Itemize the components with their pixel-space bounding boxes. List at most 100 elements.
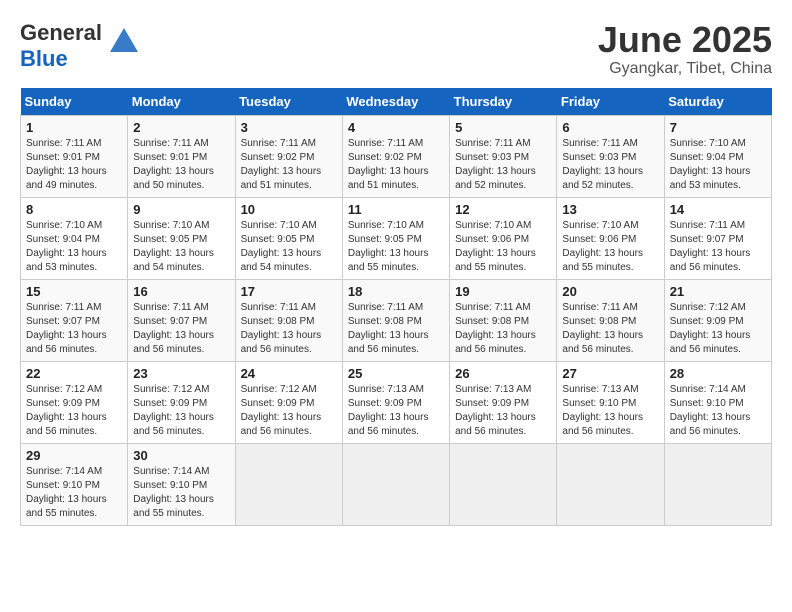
day-number: 2 <box>133 120 229 135</box>
calendar-cell: 12 Sunrise: 7:10 AMSunset: 9:06 PMDayligh… <box>450 197 557 279</box>
day-number: 6 <box>562 120 658 135</box>
calendar-body: 1 Sunrise: 7:11 AMSunset: 9:01 PMDaylight… <box>21 115 772 525</box>
day-info: Sunrise: 7:14 AMSunset: 9:10 PMDaylight:… <box>26 465 122 521</box>
calendar-cell: 23 Sunrise: 7:12 AMSunset: 9:09 PMDayligh… <box>128 361 235 443</box>
calendar-cell: 4 Sunrise: 7:11 AMSunset: 9:02 PMDaylight… <box>342 115 449 197</box>
calendar-cell: 1 Sunrise: 7:11 AMSunset: 9:01 PMDaylight… <box>21 115 128 197</box>
day-info: Sunrise: 7:11 AMSunset: 9:03 PMDaylight:… <box>562 137 658 193</box>
calendar-cell: 30Sunrise: 7:14 AMSunset: 9:10 PMDayligh… <box>128 443 235 525</box>
day-number: 20 <box>562 284 658 299</box>
day-number: 28 <box>670 366 766 381</box>
logo-blue: Blue <box>20 46 68 71</box>
day-number: 17 <box>241 284 337 299</box>
day-number: 13 <box>562 202 658 217</box>
calendar-cell <box>235 443 342 525</box>
day-info: Sunrise: 7:11 AMSunset: 9:07 PMDaylight:… <box>670 219 766 275</box>
day-number: 10 <box>241 202 337 217</box>
day-number: 21 <box>670 284 766 299</box>
day-number: 23 <box>133 366 229 381</box>
day-number: 25 <box>348 366 444 381</box>
day-header-sunday: Sunday <box>21 88 128 116</box>
calendar-cell <box>342 443 449 525</box>
calendar-cell <box>664 443 771 525</box>
day-info: Sunrise: 7:11 AMSunset: 9:07 PMDaylight:… <box>133 301 229 357</box>
day-info: Sunrise: 7:10 AMSunset: 9:05 PMDaylight:… <box>241 219 337 275</box>
day-number: 5 <box>455 120 551 135</box>
day-number: 1 <box>26 120 122 135</box>
day-info: Sunrise: 7:11 AMSunset: 9:02 PMDaylight:… <box>241 137 337 193</box>
day-info: Sunrise: 7:12 AMSunset: 9:09 PMDaylight:… <box>670 301 766 357</box>
day-info: Sunrise: 7:10 AMSunset: 9:05 PMDaylight:… <box>348 219 444 275</box>
calendar-cell: 22 Sunrise: 7:12 AMSunset: 9:09 PMDayligh… <box>21 361 128 443</box>
day-number: 12 <box>455 202 551 217</box>
day-header-friday: Friday <box>557 88 664 116</box>
day-header-wednesday: Wednesday <box>342 88 449 116</box>
day-number: 26 <box>455 366 551 381</box>
day-number: 3 <box>241 120 337 135</box>
month-title: June 2025 <box>598 20 772 60</box>
calendar-cell: 16 Sunrise: 7:11 AMSunset: 9:07 PMDayligh… <box>128 279 235 361</box>
calendar-week-row: 15 Sunrise: 7:11 AMSunset: 9:07 PMDayligh… <box>21 279 772 361</box>
calendar-cell <box>450 443 557 525</box>
day-info: Sunrise: 7:12 AMSunset: 9:09 PMDaylight:… <box>241 383 337 439</box>
calendar-cell: 7Sunrise: 7:10 AMSunset: 9:04 PMDaylight… <box>664 115 771 197</box>
day-number: 14 <box>670 202 766 217</box>
day-info: Sunrise: 7:11 AMSunset: 9:08 PMDaylight:… <box>241 301 337 357</box>
calendar-cell <box>557 443 664 525</box>
day-header-saturday: Saturday <box>664 88 771 116</box>
day-number: 29 <box>26 448 122 463</box>
day-number: 8 <box>26 202 122 217</box>
day-info: Sunrise: 7:10 AMSunset: 9:06 PMDaylight:… <box>455 219 551 275</box>
calendar-cell: 19 Sunrise: 7:11 AMSunset: 9:08 PMDayligh… <box>450 279 557 361</box>
calendar-table: SundayMondayTuesdayWednesdayThursdayFrid… <box>20 88 772 526</box>
calendar-cell: 11 Sunrise: 7:10 AMSunset: 9:05 PMDayligh… <box>342 197 449 279</box>
day-info: Sunrise: 7:14 AMSunset: 9:10 PMDaylight:… <box>670 383 766 439</box>
day-info: Sunrise: 7:10 AMSunset: 9:06 PMDaylight:… <box>562 219 658 275</box>
day-info: Sunrise: 7:11 AMSunset: 9:08 PMDaylight:… <box>562 301 658 357</box>
day-number: 27 <box>562 366 658 381</box>
day-info: Sunrise: 7:11 AMSunset: 9:07 PMDaylight:… <box>26 301 122 357</box>
calendar-cell: 29 Sunrise: 7:14 AMSunset: 9:10 PMDayligh… <box>21 443 128 525</box>
calendar-header-row: SundayMondayTuesdayWednesdayThursdayFrid… <box>21 88 772 116</box>
logo-icon <box>106 24 142 60</box>
day-info: Sunrise: 7:12 AMSunset: 9:09 PMDaylight:… <box>26 383 122 439</box>
logo-general: General <box>20 20 102 45</box>
calendar-cell: 27 Sunrise: 7:13 AMSunset: 9:10 PMDayligh… <box>557 361 664 443</box>
day-header-thursday: Thursday <box>450 88 557 116</box>
calendar-cell: 10 Sunrise: 7:10 AMSunset: 9:05 PMDayligh… <box>235 197 342 279</box>
day-number: 7 <box>670 120 766 135</box>
day-number: 4 <box>348 120 444 135</box>
page-header: General Blue June 2025 Gyangkar, Tibet, … <box>20 20 772 78</box>
calendar-cell: 15 Sunrise: 7:11 AMSunset: 9:07 PMDayligh… <box>21 279 128 361</box>
calendar-cell: 14 Sunrise: 7:11 AMSunset: 9:07 PMDayligh… <box>664 197 771 279</box>
day-info: Sunrise: 7:11 AMSunset: 9:08 PMDaylight:… <box>455 301 551 357</box>
calendar-cell: 18Sunrise: 7:11 AMSunset: 9:08 PMDayligh… <box>342 279 449 361</box>
day-number: 16 <box>133 284 229 299</box>
day-info: Sunrise: 7:12 AMSunset: 9:09 PMDaylight:… <box>133 383 229 439</box>
calendar-cell: 6 Sunrise: 7:11 AMSunset: 9:03 PMDaylight… <box>557 115 664 197</box>
day-number: 19 <box>455 284 551 299</box>
day-header-tuesday: Tuesday <box>235 88 342 116</box>
day-info: Sunrise: 7:10 AMSunset: 9:04 PMDaylight:… <box>26 219 122 275</box>
day-number: 11 <box>348 202 444 217</box>
day-info: Sunrise: 7:11 AMSunset: 9:01 PMDaylight:… <box>26 137 122 193</box>
day-number: 30 <box>133 448 229 463</box>
day-info: Sunrise: 7:11 AMSunset: 9:02 PMDaylight:… <box>348 137 444 193</box>
day-number: 9 <box>133 202 229 217</box>
calendar-cell: 9 Sunrise: 7:10 AMSunset: 9:05 PMDaylight… <box>128 197 235 279</box>
day-info: Sunrise: 7:11 AMSunset: 9:03 PMDaylight:… <box>455 137 551 193</box>
day-number: 15 <box>26 284 122 299</box>
calendar-cell: 8 Sunrise: 7:10 AMSunset: 9:04 PMDaylight… <box>21 197 128 279</box>
calendar-cell: 26Sunrise: 7:13 AMSunset: 9:09 PMDayligh… <box>450 361 557 443</box>
day-info: Sunrise: 7:11 AMSunset: 9:08 PMDaylight:… <box>348 301 444 357</box>
day-header-monday: Monday <box>128 88 235 116</box>
day-info: Sunrise: 7:10 AMSunset: 9:05 PMDaylight:… <box>133 219 229 275</box>
calendar-week-row: 22 Sunrise: 7:12 AMSunset: 9:09 PMDayligh… <box>21 361 772 443</box>
day-info: Sunrise: 7:13 AMSunset: 9:10 PMDaylight:… <box>562 383 658 439</box>
calendar-cell: 17 Sunrise: 7:11 AMSunset: 9:08 PMDayligh… <box>235 279 342 361</box>
logo: General Blue <box>20 20 142 72</box>
calendar-week-row: 29 Sunrise: 7:14 AMSunset: 9:10 PMDayligh… <box>21 443 772 525</box>
day-number: 22 <box>26 366 122 381</box>
calendar-week-row: 8 Sunrise: 7:10 AMSunset: 9:04 PMDaylight… <box>21 197 772 279</box>
day-info: Sunrise: 7:11 AMSunset: 9:01 PMDaylight:… <box>133 137 229 193</box>
